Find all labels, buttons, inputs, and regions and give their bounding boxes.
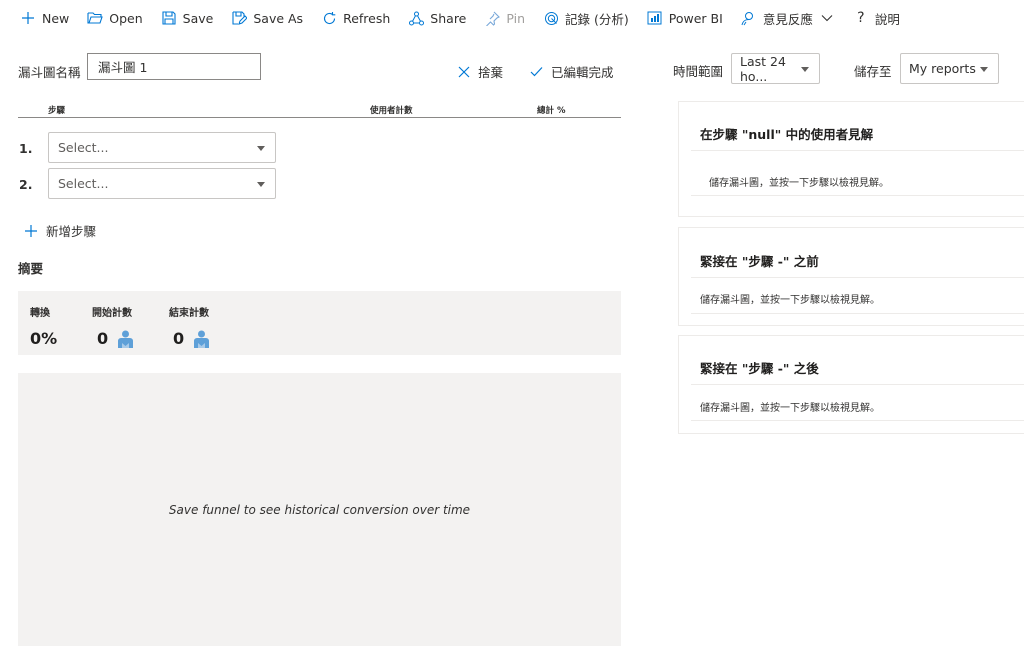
open-button[interactable]: Open	[87, 0, 143, 36]
new-label: New	[42, 10, 70, 26]
divider	[691, 313, 1024, 314]
insight-body: 儲存漏斗圖，並按一下步驟以檢視見解。	[709, 178, 889, 189]
step-1-select[interactable]: Select...	[48, 132, 276, 163]
column-header-user-count: 使用者計數	[370, 106, 413, 116]
insight-title: 緊接在 "步驟 -" 之後	[700, 361, 819, 376]
power-bi-button[interactable]: Power BI	[647, 0, 723, 36]
insight-panel-before: 緊接在 "步驟 -" 之前 儲存漏斗圖，並按一下步驟以檢視見解。	[678, 227, 1024, 326]
save-to-dropdown[interactable]: My reports	[900, 53, 999, 84]
insight-body: 儲存漏斗圖，並按一下步驟以檢視見解。	[700, 295, 880, 306]
save-label: Save	[182, 10, 214, 26]
save-to-label: 儲存至	[854, 64, 892, 79]
insight-body: 儲存漏斗圖，並按一下步驟以檢視見解。	[700, 403, 880, 414]
add-step-button[interactable]: 新增步驟	[24, 221, 96, 240]
caret-down-icon	[257, 146, 265, 151]
open-label: Open	[109, 10, 143, 26]
pin-label: Pin	[506, 10, 526, 26]
step-2-placeholder: Select...	[58, 176, 109, 191]
caret-down-icon	[801, 67, 809, 72]
end-count-label: 結束計數	[169, 308, 209, 319]
conversion-label: 轉換	[30, 308, 50, 319]
chart-empty-message: Save funnel to see historical conversion…	[168, 502, 471, 517]
column-header-total-pct: 總計 %	[537, 106, 566, 116]
done-editing-label: 已編輯完成	[551, 65, 614, 80]
refresh-button[interactable]: Refresh	[321, 0, 390, 36]
save-as-label: Save As	[253, 10, 304, 26]
user-icon	[194, 330, 210, 348]
analytics-icon	[543, 10, 559, 26]
insight-panel-after: 緊接在 "步驟 -" 之後 儲存漏斗圖，並按一下步驟以檢視見解。	[678, 335, 1024, 434]
plus-icon	[24, 224, 38, 238]
insight-panel-step: 在步驟 "null" 中的使用者見解 儲存漏斗圖，並按一下步驟以檢視見解。	[678, 101, 1024, 217]
share-button[interactable]: Share	[408, 0, 466, 36]
checkmark-icon	[530, 66, 543, 77]
save-as-button[interactable]: Save As	[231, 0, 303, 36]
command-bar: New Open Save Save As Refresh Share Pin …	[0, 0, 1024, 36]
refresh-icon	[321, 10, 337, 26]
start-count-value: 0	[97, 329, 109, 348]
add-step-label: 新增步驟	[46, 224, 97, 239]
divider	[691, 420, 1024, 421]
power-bi-icon	[647, 10, 663, 26]
pin-button[interactable]: Pin	[484, 0, 525, 36]
pin-icon	[484, 10, 500, 26]
power-bi-label: Power BI	[668, 10, 723, 26]
end-count-metric: 結束計數 0	[169, 304, 210, 348]
start-count-metric: 開始計數 0	[92, 304, 134, 348]
feedback-button[interactable]: 意見反應	[741, 0, 835, 36]
steps-table-header: 步驟 使用者計數 總計 %	[18, 102, 621, 118]
step-number: 2.	[19, 177, 33, 192]
insight-title: 在步驟 "null" 中的使用者見解	[700, 127, 874, 142]
new-button[interactable]: New	[20, 0, 69, 36]
divider	[691, 150, 1024, 151]
help-button[interactable]: ? 說明	[853, 0, 900, 36]
save-button[interactable]: Save	[161, 0, 214, 36]
folder-open-icon	[87, 10, 104, 26]
divider	[691, 384, 1024, 385]
share-icon	[408, 10, 424, 26]
discard-label: 捨棄	[478, 65, 504, 80]
funnel-name-label: 漏斗圖名稱	[18, 65, 81, 80]
close-icon	[458, 66, 470, 78]
chevron-down-icon	[819, 10, 835, 26]
caret-down-icon	[980, 67, 988, 72]
summary-panel: 轉換 0% 開始計數 0 結束計數 0	[18, 291, 621, 355]
logs-label: 記錄 (分析)	[565, 11, 629, 27]
discard-button[interactable]: 捨棄	[458, 62, 503, 81]
caret-down-icon	[257, 182, 265, 187]
share-label: Share	[430, 10, 467, 26]
divider	[691, 195, 1024, 196]
time-range-dropdown[interactable]: Last 24 ho...	[731, 53, 820, 84]
time-range-label: 時間範圍	[673, 64, 724, 79]
logs-button[interactable]: 記錄 (分析)	[543, 0, 629, 36]
start-count-label: 開始計數	[92, 308, 132, 319]
summary-heading: 摘要	[18, 261, 44, 276]
step-number: 1.	[19, 141, 33, 156]
funnel-name-input[interactable]: 漏斗圖 1	[87, 53, 261, 80]
conversion-value: 0%	[30, 329, 58, 348]
help-label: 說明	[874, 11, 900, 27]
refresh-label: Refresh	[343, 10, 391, 26]
save-to-value: My reports	[909, 61, 976, 76]
save-as-icon	[231, 10, 247, 26]
done-editing-button[interactable]: 已編輯完成	[530, 62, 614, 81]
step-1-placeholder: Select...	[58, 140, 109, 155]
divider	[691, 277, 1024, 278]
conversion-metric: 轉換 0%	[30, 304, 57, 348]
plus-icon	[20, 10, 36, 26]
insight-title: 緊接在 "步驟 -" 之前	[700, 254, 819, 269]
conversion-history-chart: Save funnel to see historical conversion…	[18, 373, 621, 646]
feedback-icon	[741, 10, 757, 26]
question-icon: ?	[857, 10, 865, 26]
save-icon	[161, 10, 177, 26]
column-header-step: 步驟	[48, 106, 66, 116]
funnel-name-value: 漏斗圖 1	[98, 60, 148, 75]
feedback-label: 意見反應	[762, 11, 813, 27]
step-2-select[interactable]: Select...	[48, 168, 276, 199]
end-count-value: 0	[173, 329, 185, 348]
user-icon	[118, 330, 134, 348]
